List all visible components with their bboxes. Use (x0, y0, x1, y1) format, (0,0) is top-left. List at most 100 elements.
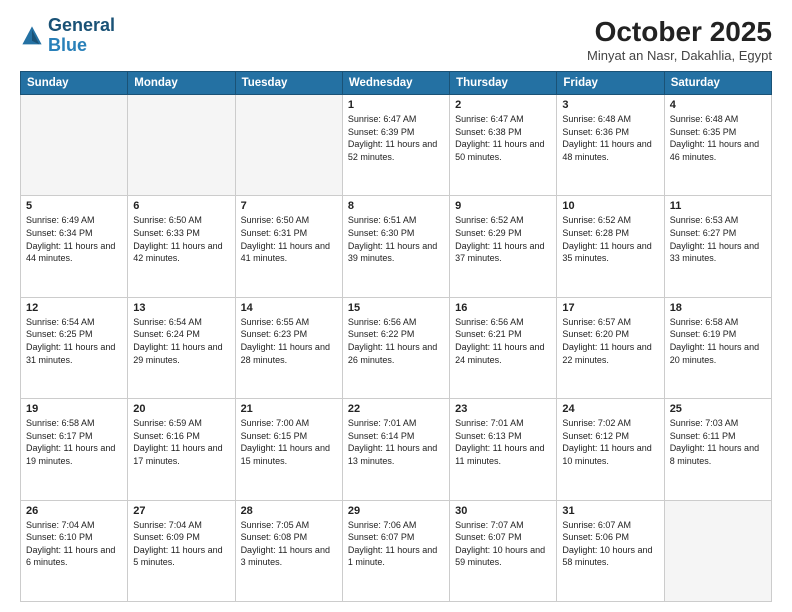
calendar-week-1: 1 Sunrise: 6:47 AM Sunset: 6:39 PM Daylig… (21, 95, 772, 196)
calendar-cell: 17Sunrise: 6:57 AM Sunset: 6:20 PM Dayli… (557, 297, 664, 398)
title-block: October 2025 Minyat an Nasr, Dakahlia, E… (587, 16, 772, 63)
day-number: 19 (26, 403, 122, 415)
calendar-cell: 30 Sunrise: 7:07 AM Sunset: 6:07 PM Dayli… (450, 500, 557, 601)
calendar-cell: 28 Sunrise: 7:05 AM Sunset: 6:08 PM Dayli… (235, 500, 342, 601)
location-subtitle: Minyat an Nasr, Dakahlia, Egypt (587, 48, 772, 63)
cell-info: Sunrise: 6:56 AM Sunset: 6:22 PM Dayligh… (348, 316, 444, 366)
cell-info: Sunrise: 6:58 AM Sunset: 6:19 PM Dayligh… (670, 316, 766, 366)
calendar-cell: 2Sunrise: 6:47 AM Sunset: 6:38 PM Daylig… (450, 95, 557, 196)
cell-info: Sunrise: 6:47 AM Sunset: 6:38 PM Dayligh… (455, 113, 551, 163)
cell-info: Sunrise: 6:50 AM Sunset: 6:31 PM Dayligh… (241, 214, 337, 264)
day-number: 10 (562, 200, 658, 212)
cell-info: Sunrise: 7:04 AM Sunset: 6:10 PM Dayligh… (26, 519, 122, 569)
cell-info: Sunrise: 6:58 AM Sunset: 6:17 PM Dayligh… (26, 417, 122, 467)
calendar-cell: 6 Sunrise: 6:50 AM Sunset: 6:33 PM Daylig… (128, 196, 235, 297)
page: General Blue October 2025 Minyat an Nasr… (0, 0, 792, 612)
day-number: 11 (670, 200, 766, 212)
day-number: 12 (26, 302, 122, 314)
col-header-thursday: Thursday (450, 72, 557, 95)
calendar-cell: 14 Sunrise: 6:55 AM Sunset: 6:23 PM Dayli… (235, 297, 342, 398)
calendar-table: SundayMondayTuesdayWednesdayThursdayFrid… (20, 71, 772, 602)
day-number: 3 (562, 99, 658, 111)
day-number: 16 (455, 302, 551, 314)
calendar-cell: 9 Sunrise: 6:52 AM Sunset: 6:29 PM Daylig… (450, 196, 557, 297)
cell-info: Sunrise: 7:03 AM Sunset: 6:11 PM Dayligh… (670, 417, 766, 467)
day-number: 26 (26, 505, 122, 517)
cell-info: Sunrise: 6:53 AM Sunset: 6:27 PM Dayligh… (670, 214, 766, 264)
day-number: 15 (348, 302, 444, 314)
cell-info: Sunrise: 6:47 AM Sunset: 6:39 PM Dayligh… (348, 113, 444, 163)
cell-info: Sunrise: 6:54 AM Sunset: 6:24 PM Dayligh… (133, 316, 229, 366)
cell-info: Sunrise: 7:00 AM Sunset: 6:15 PM Dayligh… (241, 417, 337, 467)
col-header-tuesday: Tuesday (235, 72, 342, 95)
day-number: 30 (455, 505, 551, 517)
day-number: 1 (348, 99, 444, 111)
calendar-cell (21, 95, 128, 196)
col-header-sunday: Sunday (21, 72, 128, 95)
cell-info: Sunrise: 6:51 AM Sunset: 6:30 PM Dayligh… (348, 214, 444, 264)
calendar-cell: 1 Sunrise: 6:47 AM Sunset: 6:39 PM Daylig… (342, 95, 449, 196)
day-number: 17 (562, 302, 658, 314)
day-number: 7 (241, 200, 337, 212)
calendar-cell: 10Sunrise: 6:52 AM Sunset: 6:28 PM Dayli… (557, 196, 664, 297)
cell-info: Sunrise: 6:48 AM Sunset: 6:36 PM Dayligh… (562, 113, 658, 163)
calendar-cell: 11 Sunrise: 6:53 AM Sunset: 6:27 PM Dayli… (664, 196, 771, 297)
calendar-week-3: 12 Sunrise: 6:54 AM Sunset: 6:25 PM Dayli… (21, 297, 772, 398)
cell-info: Sunrise: 7:04 AM Sunset: 6:09 PM Dayligh… (133, 519, 229, 569)
cell-info: Sunrise: 6:07 AM Sunset: 5:06 PM Dayligh… (562, 519, 658, 569)
calendar-cell: 12 Sunrise: 6:54 AM Sunset: 6:25 PM Dayli… (21, 297, 128, 398)
logo: General Blue (20, 16, 115, 56)
cell-info: Sunrise: 7:01 AM Sunset: 6:13 PM Dayligh… (455, 417, 551, 467)
calendar-cell: 19 Sunrise: 6:58 AM Sunset: 6:17 PM Dayli… (21, 399, 128, 500)
calendar-week-4: 19 Sunrise: 6:58 AM Sunset: 6:17 PM Dayli… (21, 399, 772, 500)
calendar-cell: 5Sunrise: 6:49 AM Sunset: 6:34 PM Daylig… (21, 196, 128, 297)
cell-info: Sunrise: 6:56 AM Sunset: 6:21 PM Dayligh… (455, 316, 551, 366)
calendar-cell: 7 Sunrise: 6:50 AM Sunset: 6:31 PM Daylig… (235, 196, 342, 297)
calendar-week-5: 26 Sunrise: 7:04 AM Sunset: 6:10 PM Dayli… (21, 500, 772, 601)
col-header-wednesday: Wednesday (342, 72, 449, 95)
cell-info: Sunrise: 6:59 AM Sunset: 6:16 PM Dayligh… (133, 417, 229, 467)
calendar-cell: 13Sunrise: 6:54 AM Sunset: 6:24 PM Dayli… (128, 297, 235, 398)
calendar-header-row: SundayMondayTuesdayWednesdayThursdayFrid… (21, 72, 772, 95)
calendar-cell (128, 95, 235, 196)
cell-info: Sunrise: 6:54 AM Sunset: 6:25 PM Dayligh… (26, 316, 122, 366)
day-number: 4 (670, 99, 766, 111)
day-number: 8 (348, 200, 444, 212)
calendar-cell: 23 Sunrise: 7:01 AM Sunset: 6:13 PM Dayli… (450, 399, 557, 500)
cell-info: Sunrise: 6:50 AM Sunset: 6:33 PM Dayligh… (133, 214, 229, 264)
calendar-cell: 24 Sunrise: 7:02 AM Sunset: 6:12 PM Dayli… (557, 399, 664, 500)
calendar-cell: 20Sunrise: 6:59 AM Sunset: 6:16 PM Dayli… (128, 399, 235, 500)
cell-info: Sunrise: 6:48 AM Sunset: 6:35 PM Dayligh… (670, 113, 766, 163)
day-number: 23 (455, 403, 551, 415)
logo-line1: General (48, 16, 115, 36)
calendar-cell: 25Sunrise: 7:03 AM Sunset: 6:11 PM Dayli… (664, 399, 771, 500)
day-number: 29 (348, 505, 444, 517)
col-header-monday: Monday (128, 72, 235, 95)
day-number: 28 (241, 505, 337, 517)
cell-info: Sunrise: 6:55 AM Sunset: 6:23 PM Dayligh… (241, 316, 337, 366)
calendar-cell: 4 Sunrise: 6:48 AM Sunset: 6:35 PM Daylig… (664, 95, 771, 196)
day-number: 24 (562, 403, 658, 415)
cell-info: Sunrise: 7:02 AM Sunset: 6:12 PM Dayligh… (562, 417, 658, 467)
calendar-cell: 18Sunrise: 6:58 AM Sunset: 6:19 PM Dayli… (664, 297, 771, 398)
logo-text: General Blue (48, 16, 115, 56)
cell-info: Sunrise: 6:52 AM Sunset: 6:29 PM Dayligh… (455, 214, 551, 264)
cell-info: Sunrise: 7:01 AM Sunset: 6:14 PM Dayligh… (348, 417, 444, 467)
cell-info: Sunrise: 7:06 AM Sunset: 6:07 PM Dayligh… (348, 519, 444, 569)
day-number: 31 (562, 505, 658, 517)
col-header-friday: Friday (557, 72, 664, 95)
day-number: 21 (241, 403, 337, 415)
calendar-cell: 26 Sunrise: 7:04 AM Sunset: 6:10 PM Dayli… (21, 500, 128, 601)
day-number: 9 (455, 200, 551, 212)
cell-info: Sunrise: 7:07 AM Sunset: 6:07 PM Dayligh… (455, 519, 551, 569)
cell-info: Sunrise: 6:49 AM Sunset: 6:34 PM Dayligh… (26, 214, 122, 264)
day-number: 27 (133, 505, 229, 517)
logo-icon (20, 24, 44, 48)
month-title: October 2025 (587, 16, 772, 48)
calendar-cell: 15 Sunrise: 6:56 AM Sunset: 6:22 PM Dayli… (342, 297, 449, 398)
calendar-cell (664, 500, 771, 601)
header: General Blue October 2025 Minyat an Nasr… (20, 16, 772, 63)
day-number: 6 (133, 200, 229, 212)
day-number: 14 (241, 302, 337, 314)
cell-info: Sunrise: 7:05 AM Sunset: 6:08 PM Dayligh… (241, 519, 337, 569)
